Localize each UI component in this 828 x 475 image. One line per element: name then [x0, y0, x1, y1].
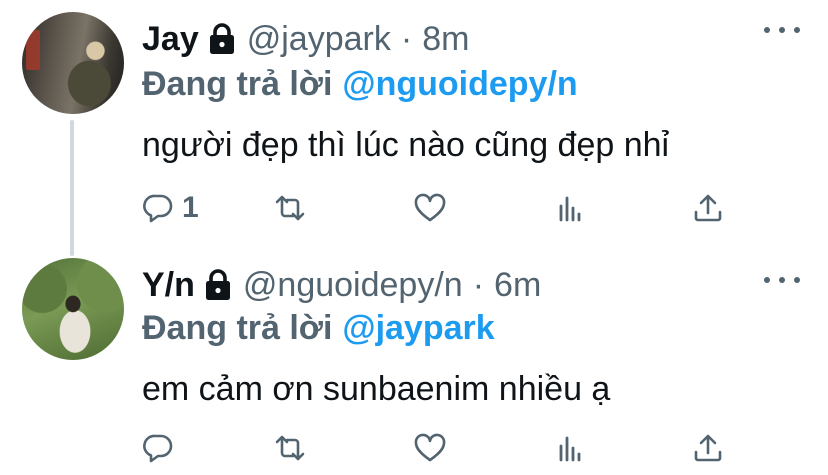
reply-icon: [142, 432, 174, 464]
like-button[interactable]: [414, 186, 446, 230]
tweet-header: Y/n @nguoidepy/n · 6m: [142, 260, 541, 310]
tweet-text: người đẹp thì lúc nào cũng đẹp nhỉ: [142, 125, 670, 164]
analytics-icon: [554, 192, 586, 224]
avatar[interactable]: [22, 12, 124, 114]
thread-connector-line: [70, 120, 74, 256]
retweet-icon: [274, 432, 306, 464]
tweet-actions: 1: [142, 186, 742, 230]
replying-to-label: Đang trả lời: [142, 308, 333, 347]
more-icon[interactable]: [764, 272, 800, 288]
display-name[interactable]: Y/n: [142, 266, 195, 305]
reply-button[interactable]: 1: [142, 186, 199, 230]
analytics-button[interactable]: [554, 186, 586, 230]
tweet-actions: [142, 426, 742, 470]
like-icon: [414, 432, 446, 464]
like-button[interactable]: [414, 426, 446, 470]
reply-button[interactable]: [142, 426, 174, 470]
share-button[interactable]: [692, 186, 724, 230]
tweet-header: Jay @jaypark · 8m: [142, 14, 469, 64]
replying-to-handle-link[interactable]: @nguoidepy/n: [342, 65, 577, 104]
retweet-button[interactable]: [274, 186, 306, 230]
timestamp[interactable]: 8m: [422, 20, 469, 59]
tweet-thread: Jay @jaypark · 8m Đang trả lời @nguoidep…: [0, 0, 828, 475]
retweet-button[interactable]: [274, 426, 306, 470]
more-icon[interactable]: [764, 22, 800, 38]
replying-to: Đang trả lời @jaypark: [142, 306, 495, 350]
display-name[interactable]: Jay: [142, 20, 199, 59]
retweet-icon: [274, 192, 306, 224]
reply-icon: [142, 192, 174, 224]
reply-count: 1: [182, 191, 199, 224]
avatar[interactable]: [22, 258, 124, 360]
like-icon: [414, 192, 446, 224]
tweet-yn[interactable]: Y/n @nguoidepy/n · 6m Đang trả lời @jayp…: [0, 250, 828, 475]
tweet-jay[interactable]: Jay @jaypark · 8m Đang trả lời @nguoidep…: [0, 0, 828, 256]
user-handle[interactable]: @jaypark: [247, 20, 391, 59]
separator-dot: ·: [472, 265, 485, 304]
replying-to-label: Đang trả lời: [142, 64, 333, 103]
separator-dot: ·: [400, 19, 413, 58]
analytics-button[interactable]: [554, 426, 586, 470]
tweet-text: em cảm ơn sunbaenim nhiều ạ: [142, 369, 611, 408]
share-icon: [692, 192, 724, 224]
share-button[interactable]: [692, 426, 724, 470]
analytics-icon: [554, 432, 586, 464]
timestamp[interactable]: 6m: [494, 266, 541, 305]
share-icon: [692, 432, 724, 464]
lock-icon: [207, 22, 237, 56]
replying-to-handle-link[interactable]: @jaypark: [342, 309, 494, 348]
user-handle[interactable]: @nguoidepy/n: [243, 266, 463, 305]
lock-icon: [203, 268, 233, 302]
replying-to: Đang trả lời @nguoidepy/n: [142, 62, 578, 106]
